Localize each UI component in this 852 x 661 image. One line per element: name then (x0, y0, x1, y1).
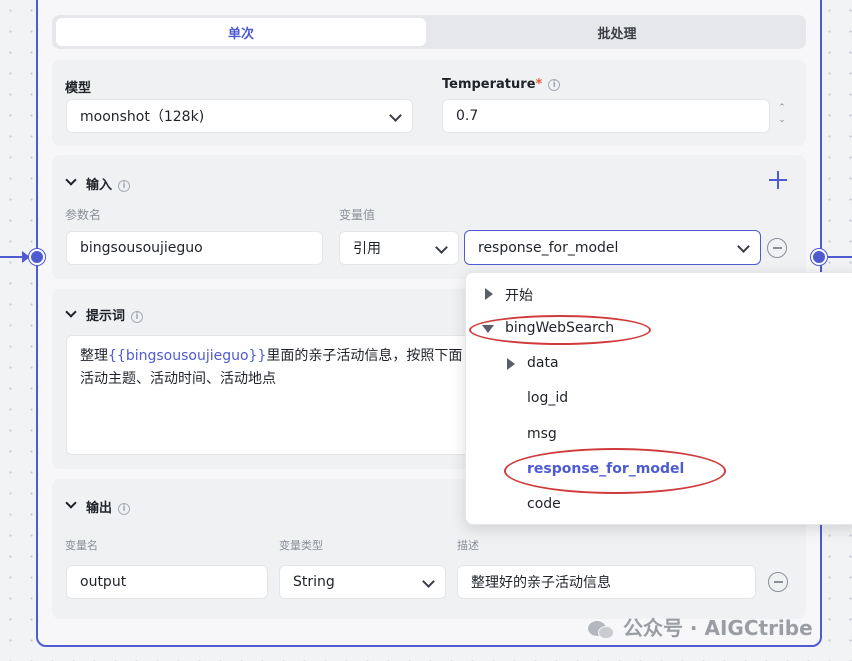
output-type-select[interactable]: String (279, 565, 446, 599)
reference-select[interactable]: response_for_model (464, 230, 761, 265)
wechat-icon (588, 620, 616, 640)
remove-output-button[interactable] (768, 572, 788, 592)
stepper-down-icon[interactable]: ⌄ (776, 114, 788, 126)
tree-item-data[interactable]: data (527, 355, 559, 371)
input-section-title: 输入 i (86, 174, 131, 193)
prompt-text-before: 整理 (80, 348, 108, 364)
input-port[interactable] (29, 249, 45, 265)
stepper-up-icon[interactable]: ⌃ (776, 102, 788, 114)
chevron-down-icon (737, 240, 750, 253)
var-type-header: 变量类型 (279, 539, 323, 552)
add-input-button[interactable] (769, 171, 787, 189)
reference-dropdown: 开始 bingWebSearch data log_id msg respons… (465, 272, 852, 525)
prompt-textarea[interactable]: 整理{{bingsousoujieguo}}里面的亲子活动信息，按照下面 活动主… (66, 335, 486, 455)
info-icon[interactable]: i (548, 78, 561, 91)
temperature-input[interactable]: 0.7 (442, 99, 770, 133)
var-name-header: 变量名 (65, 539, 98, 552)
param-name-value: bingsousoujieguo (80, 240, 203, 256)
reference-value: response_for_model (478, 239, 619, 256)
chevron-down-icon (389, 109, 402, 122)
remove-input-button[interactable] (767, 238, 787, 258)
output-title-text: 输出 (86, 501, 113, 516)
required-mark: * (535, 77, 543, 92)
mode-tabs: 单次 批处理 (52, 15, 806, 49)
outgoing-connection-line (828, 256, 852, 258)
watermark: 公众号 · AIGCtribe (588, 612, 813, 641)
watermark-text: 公众号 · AIGCtribe (622, 616, 813, 640)
info-icon[interactable]: i (131, 310, 144, 323)
prompt-variable-token: {{bingsousoujieguo}} (108, 348, 267, 364)
prompt-line-1: 整理{{bingsousoujieguo}}里面的亲子活动信息，按照下面 (80, 345, 472, 368)
prompt-text-after: 里面的亲子活动信息，按照下面 (266, 348, 463, 364)
annotation-ellipse-bingwebsearch (469, 315, 651, 345)
output-description-input[interactable]: 整理好的亲子活动信息 (457, 565, 756, 599)
param-name-input[interactable]: bingsousoujieguo (66, 231, 323, 265)
info-icon[interactable]: i (118, 502, 131, 515)
input-title-text: 输入 (86, 178, 113, 193)
output-name-value: output (80, 574, 127, 590)
prompt-line-2: 活动主题、活动时间、活动地点 (80, 371, 276, 387)
prompt-title-text: 提示词 (86, 309, 126, 324)
tree-item-log-id[interactable]: log_id (527, 390, 568, 406)
temperature-label-text: Temperature (442, 77, 536, 92)
output-section-title: 输出 i (86, 497, 131, 516)
temperature-label: Temperature* i (442, 77, 561, 92)
param-name-header: 参数名 (65, 208, 102, 222)
desc-header: 描述 (457, 539, 479, 552)
expand-right-icon[interactable] (485, 288, 493, 300)
minus-icon (772, 247, 782, 249)
output-port[interactable] (811, 249, 827, 265)
tab-single[interactable]: 单次 (56, 18, 426, 46)
output-type-value: String (293, 574, 335, 590)
minus-icon (773, 581, 783, 583)
chevron-down-icon (422, 575, 435, 588)
output-description-value: 整理好的亲子活动信息 (471, 575, 611, 591)
annotation-ellipse-response-for-model (504, 448, 726, 494)
output-name-input[interactable]: output (66, 565, 268, 599)
source-type-value: 引用 (353, 241, 381, 257)
chevron-down-icon (435, 241, 448, 254)
model-label: 模型 (65, 81, 92, 96)
info-icon[interactable]: i (118, 179, 131, 192)
temperature-stepper[interactable]: ⌃ ⌄ (776, 102, 788, 130)
tab-batch[interactable]: 批处理 (432, 18, 802, 46)
source-type-select[interactable]: 引用 (339, 231, 459, 265)
tree-item-start[interactable]: 开始 (505, 285, 533, 305)
prompt-section-title: 提示词 i (86, 305, 144, 324)
var-value-header: 变量值 (339, 208, 376, 222)
tree-item-msg[interactable]: msg (527, 426, 557, 442)
tree-item-code[interactable]: code (527, 496, 561, 512)
model-value: moonshot（128k) (80, 109, 205, 125)
expand-right-icon[interactable] (507, 358, 515, 370)
model-select[interactable]: moonshot（128k) (66, 99, 413, 133)
plus-icon-vertical (777, 171, 779, 189)
temperature-value: 0.7 (456, 108, 479, 124)
